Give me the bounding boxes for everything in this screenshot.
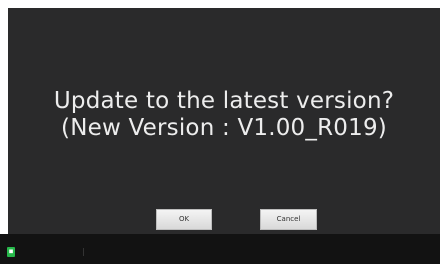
green-status-icon: ■	[7, 247, 15, 257]
cancel-button[interactable]: Cancel	[260, 209, 317, 230]
bar-divider	[83, 248, 84, 256]
bottom-bar: ■	[0, 234, 440, 264]
message-line-1: Update to the latest version?	[53, 88, 395, 114]
update-dialog: Update to the latest version? (New Versi…	[8, 8, 440, 234]
ok-button[interactable]: OK	[156, 209, 212, 230]
message-line-2: (New Version : V1.00_R019)	[61, 115, 387, 141]
update-message: Update to the latest version? (New Versi…	[8, 88, 440, 142]
screen: Update to the latest version? (New Versi…	[0, 0, 440, 264]
